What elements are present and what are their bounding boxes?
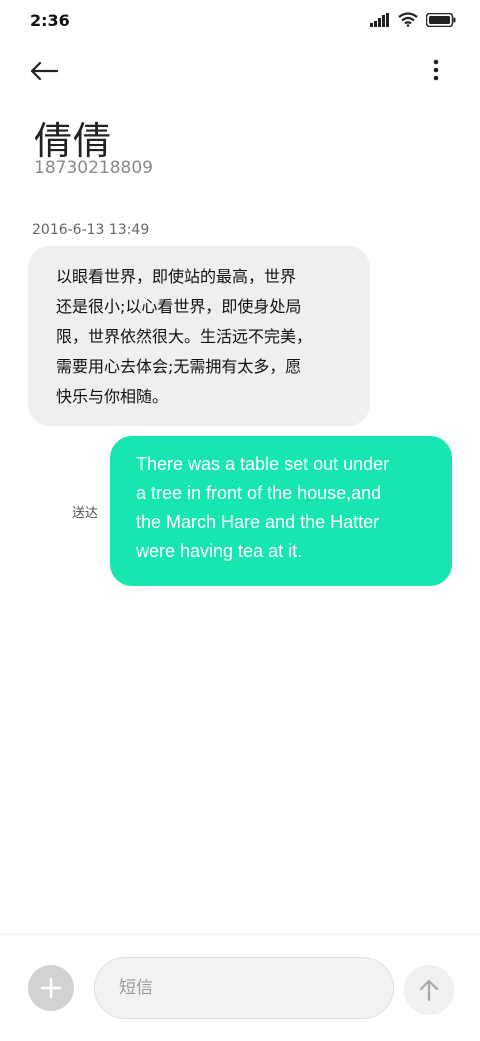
message-line: a tree in front of the house,and [136,483,382,503]
message-input[interactable] [94,957,394,1019]
battery-icon [426,12,456,27]
status-time: 2:36 [30,11,70,30]
status-icons [370,12,456,27]
message-line: 限，世界依然很大。生活远不完美， [56,327,313,346]
message-line: were having tea at it. [136,541,303,561]
message-line: 需要用心去体会;无需拥有太多，愿 [56,357,302,376]
signal-icon [370,12,389,27]
message-line: There was a table set out under [136,454,390,474]
wifi-icon [398,12,418,27]
back-button[interactable] [30,54,74,88]
message-line: 快乐与你相随。 [56,387,169,406]
incoming-message-bubble[interactable]: 以眼看世界，即使站的最高，世界 还是很小;以心看世界，即使身处局 限，世界依然很… [28,246,370,426]
delivery-status: 送达 [72,506,99,521]
more-vertical-icon [433,59,439,81]
plus-icon [40,977,62,999]
outgoing-message-bubble[interactable]: There was a table set out under a tree i… [110,436,452,586]
message-timestamp: 2016-6-13 13:49 [32,222,150,238]
contact-name: 倩倩 [34,119,113,163]
status-bar: 2:36 [0,0,480,44]
send-button[interactable] [404,965,454,1015]
composer-bar [0,934,480,1041]
more-options-button[interactable] [426,54,446,86]
message-line: the March Hare and the Hatter [136,512,380,532]
contact-number: 18730218809 [34,158,153,178]
arrow-left-icon [30,61,58,81]
message-line: 还是很小;以心看世界，即使身处局 [56,297,302,316]
add-attachment-button[interactable] [28,965,74,1011]
top-bar [0,44,480,96]
arrow-up-icon [419,979,439,1002]
message-line: 以眼看世界，即使站的最高，世界 [56,267,297,286]
